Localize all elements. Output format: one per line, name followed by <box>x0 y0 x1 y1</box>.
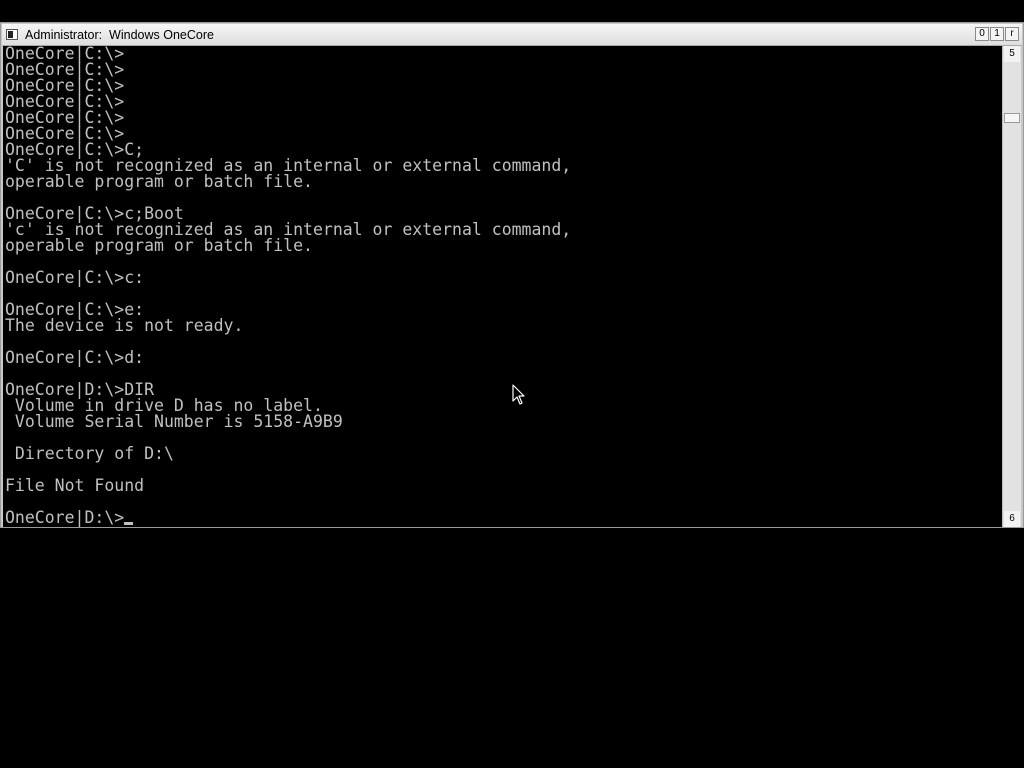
scroll-up-button[interactable]: 5 <box>1004 46 1020 62</box>
minimize-button[interactable]: 0 <box>975 27 989 41</box>
console-line: Volume Serial Number is 5158-A9B9 <box>5 412 343 431</box>
text-cursor <box>124 522 134 525</box>
console-line: OneCore|C:\>c: <box>5 268 145 287</box>
console-line: The device is not ready. <box>5 316 244 335</box>
console-prompt: OneCore|D:\> <box>5 508 125 527</box>
console-line: Directory of D:\ <box>5 444 174 463</box>
console-text: OneCore|C:\> OneCore|C:\> OneCore|C:\> O… <box>5 46 571 526</box>
vertical-scrollbar[interactable]: 5 6 <box>1002 46 1021 527</box>
scroll-down-button[interactable]: 6 <box>1004 511 1020 527</box>
close-button[interactable]: r <box>1005 27 1019 41</box>
window-controls: 0 1 r <box>975 27 1019 41</box>
arrow-pointer-icon <box>512 384 526 410</box>
console-window: Administrator: Windows OneCore 0 1 r One… <box>0 22 1024 528</box>
console-line: operable program or batch file. <box>5 172 313 191</box>
console-window-icon[interactable] <box>6 29 18 40</box>
title-bar[interactable]: Administrator: Windows OneCore 0 1 r <box>2 24 1022 46</box>
console-line: File Not Found <box>5 476 145 495</box>
maximize-button[interactable]: 1 <box>990 27 1004 41</box>
window-title: Administrator: Windows OneCore <box>25 28 214 42</box>
scroll-thumb[interactable] <box>1004 113 1020 123</box>
console-line: operable program or batch file. <box>5 236 313 255</box>
console-line: OneCore|C:\>d: <box>5 348 145 367</box>
console-output-area[interactable]: OneCore|C:\> OneCore|C:\> OneCore|C:\> O… <box>3 46 1003 527</box>
console-prompt-line[interactable]: OneCore|D:\> <box>5 508 571 527</box>
